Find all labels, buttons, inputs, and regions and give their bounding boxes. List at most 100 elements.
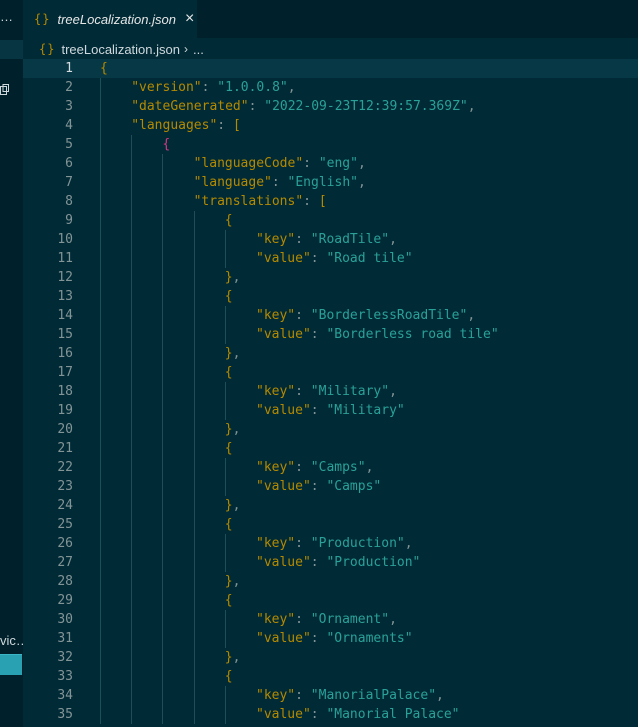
code-token: "value" [256,403,311,418]
code-token: } [224,650,233,665]
code-text: "key": "BorderlessRoadTile", [256,306,475,325]
line-number: 28 [57,574,73,589]
tab-treelocalization[interactable]: {} treeLocalization.json × [23,0,198,38]
sidebar-item-fragment[interactable]: vic… [0,633,23,648]
code-line[interactable]: 35 "value": "Manorial Palace" [23,705,638,724]
code-line[interactable]: 2 "version": "1.0.0.8", [23,78,638,97]
code-line[interactable]: 7 "language": "English", [23,173,638,192]
code-token: { [224,517,233,532]
code-line[interactable]: 24}, [23,496,638,515]
line-number: 25 [57,517,73,532]
code-text: { [100,59,108,78]
code-line[interactable]: 22 "key": "Camps", [23,458,638,477]
explorer-sidebar-strip: … vic… [0,0,23,727]
line-number: 30 [57,612,73,627]
code-token: "value" [256,555,311,570]
code-text: "value": "Manorial Palace" [256,705,460,724]
code-line[interactable]: 10 "key": "RoadTile", [23,230,638,249]
code-token: : [303,156,319,171]
code-line[interactable]: 4 "languages": [ [23,116,638,135]
code-line[interactable]: 5{ [23,135,638,154]
code-token: , [357,175,366,190]
code-text: "key": "Camps", [256,458,373,477]
code-line[interactable]: 32}, [23,648,638,667]
line-number: 9 [65,213,73,228]
tab-title: treeLocalization.json [57,11,176,27]
code-token: : [310,707,327,722]
json-file-icon: {} [34,12,51,26]
code-text: }, [225,496,241,515]
code-line[interactable]: 31 "value": "Ornaments" [23,629,638,648]
sidebar-button[interactable] [0,654,22,675]
indent-guide [224,306,226,344]
sidebar-selected-item[interactable] [0,40,23,59]
code-line[interactable]: 6 "languageCode": "eng", [23,154,638,173]
code-line[interactable]: 8 "translations": [ [23,192,638,211]
code-token: : [295,612,311,627]
code-line[interactable]: 21 { [23,439,638,458]
code-line[interactable]: 18 "key": "Military", [23,382,638,401]
code-line[interactable]: 33 { [23,667,638,686]
code-line[interactable]: 11 "value": "Road tile" [23,249,638,268]
code-line[interactable]: 30 "key": "Ornament", [23,610,638,629]
code-token: : [295,536,311,551]
breadcrumb-symbol[interactable]: ... [193,42,204,57]
indent-guide [131,135,133,724]
code-token: "translations" [193,194,304,209]
sidebar-more-icon[interactable]: … [0,9,13,24]
code-token: , [232,422,241,437]
code-line[interactable]: 15 "value": "Borderless road tile" [23,325,638,344]
copy-icon[interactable] [0,84,9,95]
code-line[interactable]: 9{ [23,211,638,230]
code-token: : [303,194,319,209]
line-number: 33 [57,669,73,684]
close-icon[interactable]: × [185,11,194,27]
code-text: "version": "1.0.0.8", [131,78,295,97]
code-token: , [232,270,241,285]
line-number: 4 [65,118,73,133]
code-line[interactable]: 26 "key": "Production", [23,534,638,553]
json-file-icon: {} [39,42,56,56]
code-line[interactable]: 14 "key": "BorderlessRoadTile", [23,306,638,325]
code-text: "translations": [ [194,192,327,211]
breadcrumb-file[interactable]: treeLocalization.json [61,42,180,57]
code-token: "key" [256,308,296,323]
code-text: "value": "Camps" [256,477,381,496]
code-token: "Military" [310,384,390,399]
code-text: "languageCode": "eng", [194,154,366,173]
code-line[interactable]: 12}, [23,268,638,287]
code-editor[interactable]: 1{2 "version": "1.0.0.8", 3 "dateGenerated"… [23,59,638,727]
line-number: 6 [65,156,73,171]
code-token: "BorderlessRoadTile" [310,308,468,323]
line-number: 8 [65,194,73,209]
code-token: , [232,498,241,513]
code-token: , [232,650,241,665]
code-token: "languageCode" [193,156,304,171]
code-line[interactable]: 23 "value": "Camps" [23,477,638,496]
code-line[interactable]: 20}, [23,420,638,439]
code-line[interactable]: 1{ [23,59,638,78]
code-line[interactable]: 28}, [23,572,638,591]
code-line[interactable]: 17 { [23,363,638,382]
code-token: "eng" [318,156,358,171]
code-token: , [357,156,366,171]
code-token: , [389,612,397,627]
code-text: { [225,211,233,230]
code-text: }, [225,268,241,287]
code-line[interactable]: 25 { [23,515,638,534]
line-number: 14 [57,308,73,323]
code-line[interactable]: 27 "value": "Production" [23,553,638,572]
code-token: "key" [256,460,296,475]
code-line[interactable]: 13 { [23,287,638,306]
code-line[interactable]: 19 "value": "Military" [23,401,638,420]
tab-bar: {} treeLocalization.json × [23,0,638,38]
line-number: 15 [57,327,73,342]
indent-guide [224,686,226,724]
code-token: "Production" [310,536,405,551]
code-line[interactable]: 29 { [23,591,638,610]
code-line[interactable]: 16}, [23,344,638,363]
line-number: 12 [57,270,73,285]
code-token: "Camps" [326,479,382,494]
code-line[interactable]: 34 "key": "ManorialPalace", [23,686,638,705]
code-line[interactable]: 3 "dateGenerated": "2022-09-23T12:39:57.3… [23,97,638,116]
